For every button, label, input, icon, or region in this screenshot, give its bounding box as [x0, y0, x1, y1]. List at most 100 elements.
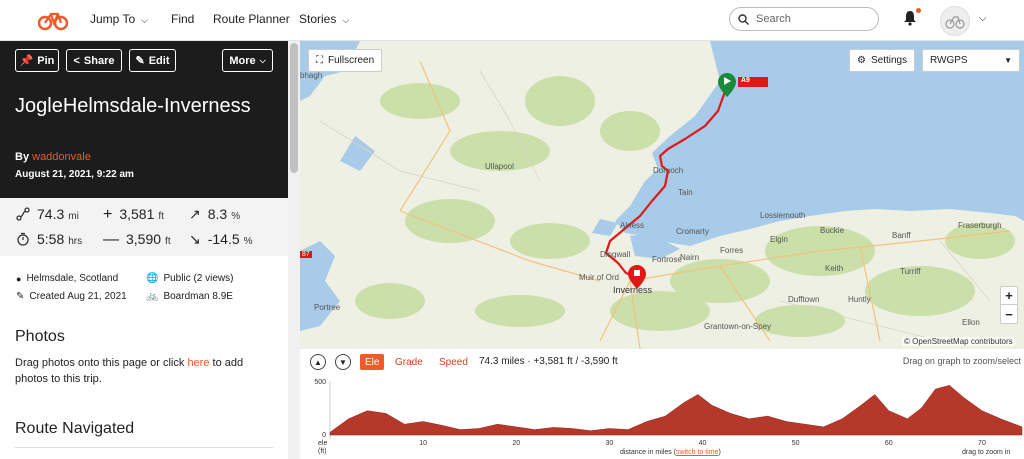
x-tick-label: 30	[606, 440, 614, 447]
stat-distance: 74.3 mi	[16, 206, 79, 222]
expand-down-button[interactable]: ▼	[335, 354, 351, 370]
place-label: Tain	[678, 188, 693, 197]
switch-to-time-link[interactable]: switch to time	[676, 449, 718, 456]
zoom-control: + −	[1000, 286, 1018, 324]
place-label: Elgin	[770, 235, 788, 244]
map-attribution[interactable]: © OpenStreetMap contributors	[902, 337, 1015, 346]
trip-stats: 74.3 mi + 3,581 ft ↗ 8.3% 5:58 hrs — 3,590 f…	[0, 198, 288, 256]
place-label: Portree	[314, 303, 341, 312]
x-tick-label: 70	[978, 440, 986, 447]
share-icon: <	[73, 54, 80, 67]
globe-icon: 🌐	[146, 273, 159, 284]
route-map[interactable]: A9 bhagh Ullapool Dornoch Tain Alness Cr…	[300, 41, 1024, 349]
elevation-panel: ▲ ▼ Ele Grade Speed 74.3 miles · +3,581 …	[300, 349, 1024, 459]
top-navigation: Jump To ⌵ Find Route Planner Stories ⌵ Sea…	[0, 0, 1024, 41]
page-title: JogleHelmsdale-Inverness	[15, 95, 251, 117]
y-tick-label: 500	[314, 379, 326, 386]
place-label: Ullapool	[485, 162, 514, 171]
bike-icon: 🚲	[146, 291, 159, 302]
place-label: Cromarty	[676, 227, 709, 236]
trip-sidebar: 📌 Pin < Share ✎ Edit More ⌵ JogleHelmsdale-I…	[0, 41, 288, 459]
chevron-down-icon[interactable]: ⌵	[979, 13, 987, 24]
trip-header: 📌 Pin < Share ✎ Edit More ⌵ JogleHelmsdale-I…	[0, 41, 288, 198]
map-settings-button[interactable]: ⚙ Settings	[849, 49, 916, 72]
author-line: By waddonvale	[15, 151, 91, 163]
place-label: Ellon	[962, 318, 980, 327]
place-label: bhagh	[300, 71, 323, 80]
place-label: Keith	[825, 264, 844, 273]
place-label: Dingwall	[600, 250, 631, 259]
minus-icon: —	[103, 231, 119, 248]
place-label: Dornoch	[653, 166, 684, 175]
notification-badge	[916, 8, 921, 13]
add-photos-link[interactable]: here	[187, 357, 209, 369]
nav-route-planner[interactable]: Route Planner	[213, 12, 290, 26]
elevation-chart[interactable]: 500 0 10 20 30 40 50 60 70 ele (ft)	[300, 375, 1024, 459]
avatar[interactable]	[940, 6, 970, 36]
nav-find[interactable]: Find	[171, 12, 194, 26]
stat-min-grade: ↘ -14.5%	[189, 231, 253, 247]
route-navigated-heading: Route Navigated	[15, 420, 135, 437]
photos-heading: Photos	[15, 328, 65, 345]
ridewithgps-logo-icon[interactable]	[38, 9, 68, 31]
more-button[interactable]: More ⌵	[222, 49, 273, 72]
place-label: Banff	[892, 231, 911, 240]
share-button[interactable]: < Share	[66, 49, 122, 72]
y-axis-unit: ele	[318, 440, 327, 447]
tab-elevation[interactable]: Ele	[360, 354, 385, 370]
collapse-up-button[interactable]: ▲	[310, 354, 326, 370]
tab-speed[interactable]: Speed	[434, 354, 473, 370]
nav-stories[interactable]: Stories ⌵	[299, 12, 349, 26]
zoom-out-button[interactable]: −	[1001, 305, 1017, 323]
sidebar-scroll-thumb[interactable]	[290, 43, 298, 173]
place-label: Grantown-on-Spey	[704, 322, 772, 331]
place-label: Inverness	[613, 285, 653, 295]
pencil-icon: ✎	[16, 291, 25, 302]
nav-jump-to[interactable]: Jump To ⌵	[90, 12, 148, 26]
notifications-bell-icon[interactable]	[903, 10, 917, 26]
pin-button[interactable]: 📌 Pin	[15, 49, 59, 72]
road-label: 87	[300, 251, 312, 258]
fullscreen-button[interactable]: ⛶ Fullscreen	[308, 49, 383, 72]
y-axis-unit: (ft)	[318, 448, 327, 455]
stat-duration: 5:58 hrs	[16, 231, 82, 247]
caret-down-icon: ▼	[1004, 56, 1012, 65]
stat-max-grade: ↗ 8.3%	[189, 206, 241, 222]
edit-button[interactable]: ✎ Edit	[129, 49, 176, 72]
place-label: Buckie	[820, 226, 845, 235]
divider	[15, 447, 273, 448]
zoom-hint: drag to zoom in	[962, 449, 1011, 456]
elevation-summary: 74.3 miles · +3,581 ft / -3,590 ft	[479, 356, 618, 367]
map-canvas	[300, 41, 1024, 349]
gear-icon: ⚙	[857, 55, 866, 66]
search-icon	[738, 13, 749, 25]
place-label: Forres	[720, 246, 744, 255]
trip-location: ● Helmsdale, Scotland	[16, 273, 119, 284]
author-link[interactable]: waddonvale	[32, 151, 91, 163]
user-bike-icon	[945, 16, 965, 29]
search-input[interactable]: Search	[729, 7, 879, 31]
y-tick-label: 0	[322, 432, 326, 439]
distance-icon	[16, 207, 30, 221]
trip-created: ✎ Created Aug 21, 2021	[16, 291, 127, 302]
x-tick-label: 40	[699, 440, 707, 447]
x-axis-label: distance in miles (switch to time)	[620, 449, 721, 456]
arrow-down-right-icon: ↘	[189, 231, 201, 247]
place-label: Turriff	[900, 267, 921, 276]
tab-grade[interactable]: Grade	[390, 354, 428, 370]
x-tick-label: 50	[792, 440, 800, 447]
place-label: Lossiemouth	[760, 211, 806, 220]
chevron-down-icon: ⌵	[342, 15, 350, 25]
x-tick-label: 20	[512, 440, 520, 447]
zoom-in-button[interactable]: +	[1001, 287, 1017, 305]
x-tick-label: 60	[885, 440, 893, 447]
place-label: Muir of Ord	[579, 273, 620, 282]
chevron-up-icon: ▲	[314, 357, 322, 367]
chevron-down-icon: ⌵	[141, 15, 148, 25]
expand-icon: ⛶	[316, 55, 323, 66]
place-label: Huntly	[848, 295, 871, 304]
x-tick-label: 10	[419, 440, 427, 447]
trip-bike[interactable]: 🚲 Boardman 8.9E	[146, 291, 233, 302]
map-layer-select[interactable]: RWGPS ▼	[922, 49, 1020, 72]
start-flag-icon[interactable]	[718, 73, 736, 97]
